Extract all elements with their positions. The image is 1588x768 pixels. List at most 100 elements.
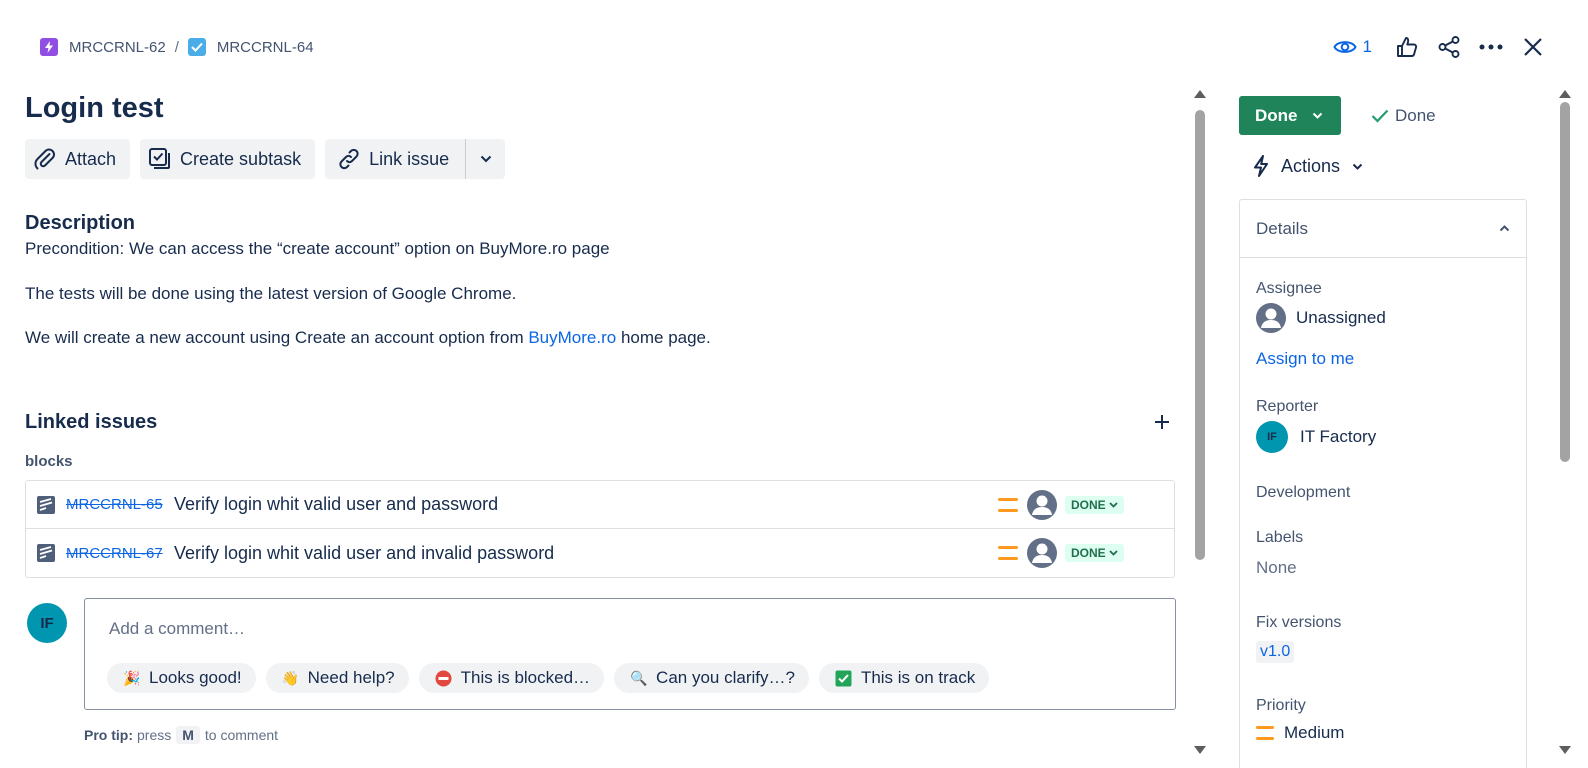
create-subtask-button[interactable]: Create subtask	[140, 139, 316, 179]
priority-medium-icon	[1256, 726, 1274, 740]
linked-issues-heading: Linked issues	[25, 410, 158, 433]
more-icon	[1479, 44, 1503, 50]
details-header[interactable]: Details	[1240, 200, 1526, 258]
scroll-up-arrow-icon[interactable]	[1559, 90, 1571, 98]
watch-count: 1	[1362, 37, 1372, 56]
priority-medium-icon	[998, 498, 1018, 512]
pro-tip-label: Pro tip:	[84, 727, 133, 743]
labels-field: Labels None	[1240, 529, 1526, 578]
issue-header-actions: 1	[1332, 32, 1548, 62]
description-paragraph: We will create a new account using Creat…	[25, 327, 1177, 349]
assign-to-me-link[interactable]: Assign to me	[1256, 349, 1510, 369]
vote-button[interactable]	[1392, 32, 1422, 62]
thumbs-up-icon	[1397, 37, 1418, 57]
quick-reply-on-track[interactable]: This is on track	[818, 663, 990, 693]
scrollbar-thumb[interactable]	[1195, 110, 1205, 560]
plus-icon	[1155, 415, 1169, 429]
assignee-name: Unassigned	[1296, 308, 1386, 327]
link-issue-button[interactable]: Link issue	[325, 139, 466, 179]
status-label: Done	[1255, 105, 1298, 125]
linked-issue-key[interactable]: MRCCRNL-67	[66, 545, 174, 562]
linked-issue-row[interactable]: MRCCRNL-65 Verify login whit valid user …	[26, 481, 1174, 529]
linked-issue-summary[interactable]: Verify login whit valid user and invalid…	[174, 543, 554, 564]
test-issue-type-icon	[37, 495, 55, 514]
linked-issue-meta: DONE	[998, 538, 1124, 568]
link-issue-label: Link issue	[369, 148, 450, 169]
attach-label: Attach	[65, 148, 117, 169]
quick-reply-blocked[interactable]: This is blocked…	[418, 663, 605, 693]
pro-tip-text: to comment	[204, 727, 279, 743]
subtask-icon	[149, 148, 171, 169]
scroll-down-arrow-icon[interactable]	[1194, 746, 1206, 754]
buymore-link[interactable]: BuyMore.ro	[528, 328, 616, 347]
priority-value[interactable]: Medium	[1256, 723, 1510, 743]
scroll-down-arrow-icon[interactable]	[1559, 746, 1571, 754]
assignee-value[interactable]: Unassigned	[1256, 303, 1510, 333]
comment-placeholder: Add a comment…	[109, 619, 246, 638]
development-field: Development	[1240, 484, 1526, 502]
task-check-icon	[187, 38, 206, 56]
linked-issue-key[interactable]: MRCCRNL-65	[66, 496, 174, 513]
unassigned-avatar-icon[interactable]	[1027, 490, 1057, 520]
watch-button[interactable]: 1	[1332, 37, 1372, 57]
issue-title[interactable]: Login test	[25, 92, 1177, 125]
eye-icon	[1332, 41, 1357, 53]
test-issue-type-icon	[37, 544, 55, 562]
check-icon	[1371, 109, 1389, 123]
labels-value[interactable]: None	[1256, 558, 1510, 578]
main-scrollbar[interactable]	[1193, 90, 1207, 754]
status-transition-button[interactable]: Done	[1239, 96, 1341, 135]
actions-button[interactable]: Actions	[1253, 151, 1539, 181]
description-heading: Description	[25, 212, 136, 234]
linked-issues-header: Linked issues	[25, 407, 1177, 437]
details-heading: Details	[1256, 218, 1308, 238]
lightning-icon	[1254, 155, 1268, 177]
add-linked-issue-button[interactable]	[1147, 407, 1177, 437]
reporter-avatar: IF	[1256, 421, 1288, 453]
reporter-value[interactable]: IF IT Factory	[1256, 421, 1510, 453]
scrollbar-thumb[interactable]	[1560, 102, 1570, 462]
description-text: We will create a new account using Creat…	[25, 328, 529, 347]
paperclip-icon	[34, 148, 55, 170]
quick-reply-looks-good[interactable]: 🎉 Looks good!	[107, 663, 256, 693]
quick-reply-need-help[interactable]: 👋 Need help?	[265, 663, 409, 693]
description-body[interactable]: Precondition: We can access the “create …	[25, 238, 1177, 349]
breadcrumb-current-link[interactable]: MRCCRNL-64	[217, 39, 314, 56]
description-text: home page.	[616, 328, 711, 347]
priority-label: Priority	[1256, 697, 1306, 714]
linked-issue-meta: DONE	[998, 490, 1124, 520]
quick-reply-label: Can you clarify…?	[656, 668, 795, 687]
fix-versions-label: Fix versions	[1256, 614, 1342, 631]
check-mark-icon	[835, 669, 853, 687]
linked-issue-row[interactable]: MRCCRNL-67 Verify login whit valid user …	[26, 529, 1174, 577]
issue-toolbar: Attach Create subtask Link issue	[25, 139, 1177, 179]
unassigned-avatar-icon[interactable]	[1027, 538, 1057, 568]
close-icon	[1524, 38, 1542, 56]
fix-version-tag[interactable]: v1.0	[1256, 641, 1295, 663]
reporter-field: Reporter IF IT Factory	[1240, 398, 1526, 453]
quick-reply-clarify[interactable]: 🔍 Can you clarify…?	[614, 663, 809, 693]
no-entry-icon	[435, 669, 453, 687]
more-actions-button[interactable]	[1476, 32, 1506, 62]
close-button[interactable]	[1518, 32, 1548, 62]
status-lozenge[interactable]: DONE	[1065, 544, 1124, 562]
attach-button[interactable]: Attach	[25, 139, 131, 179]
breadcrumb-parent-link[interactable]: MRCCRNL-62	[69, 39, 166, 56]
linked-issue-summary[interactable]: Verify login whit valid user and passwor…	[174, 494, 498, 515]
share-icon	[1438, 36, 1460, 58]
pro-tip: Pro tip: press M to comment	[84, 726, 278, 744]
sidebar-scrollbar[interactable]	[1558, 90, 1572, 754]
status-row: Done Done	[1239, 96, 1539, 135]
scroll-up-arrow-icon[interactable]	[1194, 90, 1206, 98]
issue-sidebar: Done Done Actions Details Assignee Unass…	[1239, 90, 1539, 768]
status-lozenge-label: DONE	[1071, 546, 1106, 560]
create-subtask-label: Create subtask	[180, 148, 302, 169]
link-issue-dropdown[interactable]	[465, 139, 506, 179]
labels-label: Labels	[1256, 529, 1304, 546]
status-lozenge[interactable]: DONE	[1065, 496, 1124, 514]
status-lozenge-label: DONE	[1071, 498, 1106, 512]
share-button[interactable]	[1434, 32, 1464, 62]
chevron-down-icon	[1109, 502, 1118, 508]
comment-input[interactable]: Add a comment… 🎉 Looks good! 👋 Need help? …	[84, 598, 1176, 710]
magnifier-icon: 🔍	[630, 669, 648, 686]
